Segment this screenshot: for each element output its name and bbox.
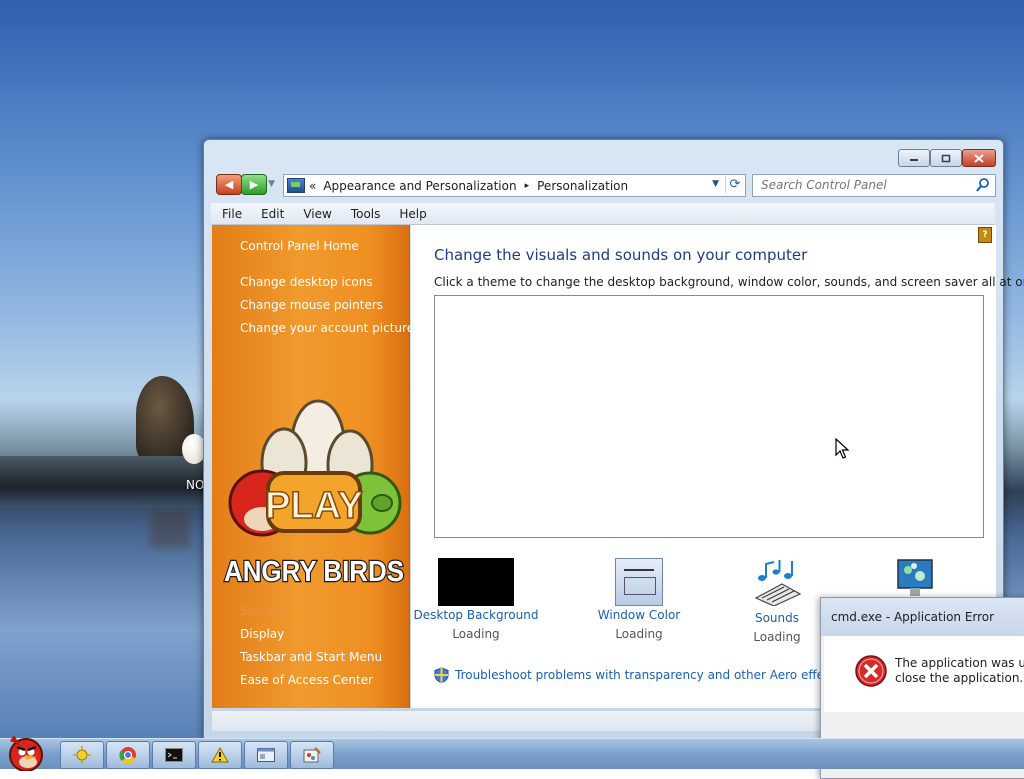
- warning-icon: [211, 747, 229, 763]
- troubleshoot-label[interactable]: Troubleshoot problems with transparency …: [455, 668, 842, 682]
- menu-bar: File Edit View Tools Help: [211, 203, 995, 225]
- window-icon: [257, 748, 275, 762]
- refresh-icon[interactable]: ⟳: [725, 176, 744, 193]
- taskbar-button-3[interactable]: [152, 741, 196, 769]
- taskbar-start-menu-link[interactable]: Taskbar and Start Menu: [240, 650, 382, 664]
- change-mouse-pointers-link[interactable]: Change mouse pointers: [240, 298, 383, 312]
- task-sidebar: Control Panel Home Change desktop icons …: [212, 225, 414, 708]
- breadcrumb-separator[interactable]: ▸: [525, 181, 530, 191]
- sun-icon: [73, 746, 91, 764]
- breadcrumb-prefix[interactable]: «: [309, 179, 316, 193]
- search-box[interactable]: [752, 174, 996, 197]
- minimize-button[interactable]: [898, 149, 930, 167]
- taskbar-button-1[interactable]: [60, 741, 104, 769]
- menu-tools[interactable]: Tools: [340, 207, 389, 221]
- address-bar[interactable]: « Appearance and Personalization ▸ Perso…: [283, 174, 746, 197]
- taskbar-button-4[interactable]: [198, 741, 242, 769]
- taskbar-button-2[interactable]: [106, 741, 150, 769]
- display-link[interactable]: Display: [240, 627, 284, 641]
- troubleshoot-link[interactable]: Troubleshoot problems with transparency …: [434, 667, 842, 683]
- desktop-background-status: Loading: [452, 627, 500, 641]
- breadcrumb-personalization[interactable]: Personalization: [537, 179, 628, 193]
- error-message-line2: close the application.: [895, 671, 1024, 685]
- ease-of-access-link[interactable]: Ease of Access Center: [240, 673, 373, 687]
- page-title: Change the visuals and sounds on your co…: [434, 246, 808, 264]
- forward-arrow-icon: ▶: [249, 178, 259, 191]
- error-dialog-title: cmd.exe - Application Error: [831, 610, 995, 624]
- angry-birds-artwork: PLAY ANGRY BIRDS: [223, 399, 405, 589]
- taskbar-button-5[interactable]: [244, 741, 288, 769]
- shoreline: [0, 456, 205, 508]
- close-icon: [974, 153, 984, 163]
- error-icon: [855, 655, 887, 687]
- forward-button[interactable]: ▶: [241, 174, 267, 195]
- angry-birds-logo-text: ANGRY BIRDS: [224, 556, 404, 588]
- back-button[interactable]: ◀: [216, 174, 242, 195]
- cmd-icon: [165, 748, 183, 762]
- start-button-angry-bird-icon[interactable]: [4, 731, 48, 771]
- change-desktop-icons-link[interactable]: Change desktop icons: [240, 275, 373, 289]
- back-arrow-icon: ◀: [224, 178, 234, 191]
- pig-snout: [371, 494, 393, 512]
- desktop-background-label[interactable]: Desktop Background: [406, 608, 546, 622]
- breadcrumb-appearance[interactable]: Appearance and Personalization: [323, 179, 516, 193]
- control-panel-icon: [287, 178, 305, 193]
- error-dialog-titlebar[interactable]: cmd.exe - Application Error: [821, 598, 1024, 636]
- window-color-label[interactable]: Window Color: [569, 608, 709, 622]
- close-button[interactable]: [962, 149, 996, 167]
- desktop-background-preview-icon: [438, 558, 514, 606]
- help-icon[interactable]: ?: [978, 227, 992, 243]
- restore-icon: [941, 154, 951, 162]
- window-color-status: Loading: [615, 627, 663, 641]
- sounds-icon: [754, 560, 802, 607]
- search-input[interactable]: [753, 175, 971, 194]
- chrome-icon: [119, 747, 136, 764]
- control-panel-home-link[interactable]: Control Panel Home: [240, 239, 359, 253]
- paint-icon: [303, 747, 321, 763]
- desktop-shortcut-label[interactable]: NO: [186, 478, 204, 492]
- see-also-heading: See also: [240, 604, 291, 618]
- change-account-picture-link[interactable]: Change your account picture: [240, 321, 414, 335]
- menu-edit[interactable]: Edit: [250, 207, 292, 221]
- search-icon[interactable]: [976, 178, 989, 192]
- rock-reflection: [150, 508, 190, 548]
- window-color-tile[interactable]: Window Color Loading: [569, 558, 709, 641]
- menu-help[interactable]: Help: [388, 207, 434, 221]
- menu-view[interactable]: View: [292, 207, 339, 221]
- desktop-background-tile[interactable]: Desktop Background Loading: [406, 558, 546, 641]
- error-dialog-body: The application was unal close the appli…: [824, 636, 1024, 712]
- taskbar: [0, 735, 1024, 771]
- window-color-icon: [615, 558, 663, 606]
- taskbar-button-6[interactable]: [290, 741, 334, 769]
- maximize-button[interactable]: [930, 149, 962, 167]
- error-message-line1: The application was unal: [895, 656, 1024, 670]
- menu-file[interactable]: File: [211, 207, 250, 221]
- shield-icon: [434, 667, 449, 683]
- recent-pages-dropdown[interactable]: ▼: [268, 179, 275, 189]
- theme-list[interactable]: [434, 295, 984, 538]
- page-description: Click a theme to change the desktop back…: [434, 275, 1024, 289]
- address-dropdown-icon[interactable]: ▼: [712, 179, 719, 189]
- play-text: PLAY: [265, 485, 363, 527]
- minimize-icon: [910, 159, 918, 161]
- mouse-cursor-icon: [835, 438, 849, 459]
